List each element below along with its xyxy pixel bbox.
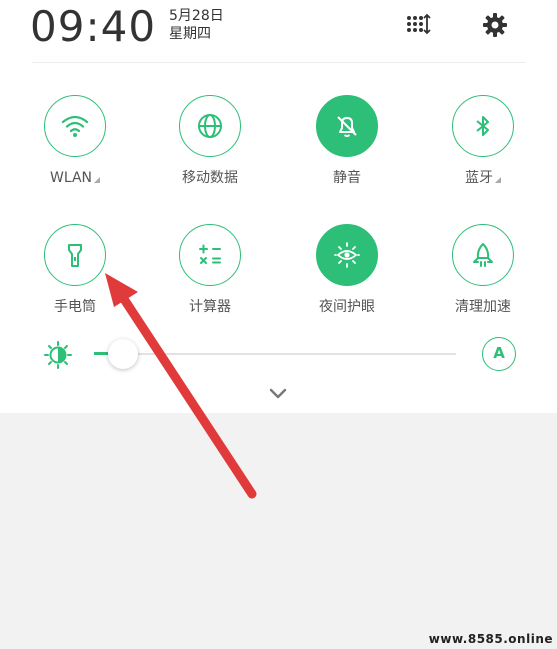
globe-icon <box>179 95 241 157</box>
brightness-slider-track[interactable] <box>94 353 456 355</box>
expand-corner-icon <box>94 177 100 183</box>
wifi-icon <box>44 95 106 157</box>
tile-label: 夜间护眼 <box>319 299 375 315</box>
eye-sun-icon <box>316 224 378 286</box>
calculator-icon <box>179 224 241 286</box>
auto-brightness-button[interactable]: A <box>482 337 516 371</box>
brightness-slider-thumb[interactable] <box>108 339 138 369</box>
clock: 09:40 <box>30 2 157 51</box>
tile-label: 静音 <box>333 170 361 186</box>
tile-label: WLAN <box>20 169 130 187</box>
gear-icon[interactable] <box>480 10 510 40</box>
tile-bluetooth[interactable]: 蓝牙 <box>428 95 538 187</box>
tile-label: 蓝牙 <box>428 169 538 187</box>
tile-label: 计算器 <box>189 299 231 315</box>
expand-corner-icon <box>495 177 501 183</box>
tile-silent[interactable]: 静音 <box>292 95 402 187</box>
rocket-icon <box>452 224 514 286</box>
tile-wlan[interactable]: WLAN <box>20 95 130 187</box>
grid-sort-icon[interactable] <box>404 10 434 40</box>
brightness-icon <box>43 340 73 370</box>
quick-settings-panel: 09:40 5月28日 星期四 WLAN 移动数据 静音 蓝牙 手电筒 计算器 … <box>0 0 557 413</box>
date-text: 5月28日 <box>169 8 224 24</box>
tile-mobile-data[interactable]: 移动数据 <box>155 95 265 187</box>
weekday-text: 星期四 <box>169 26 211 42</box>
bell-off-icon <box>316 95 378 157</box>
bluetooth-icon <box>452 95 514 157</box>
chevron-down-icon[interactable] <box>266 384 290 404</box>
brightness-slider-fill <box>94 352 108 355</box>
tile-label: 清理加速 <box>455 299 511 315</box>
flashlight-icon <box>44 224 106 286</box>
tile-label: 手电筒 <box>54 299 96 315</box>
tile-label: 移动数据 <box>182 170 238 186</box>
tile-cleanup[interactable]: 清理加速 <box>428 224 538 316</box>
header-divider <box>32 62 526 63</box>
tile-night-mode[interactable]: 夜间护眼 <box>292 224 402 316</box>
tile-calculator[interactable]: 计算器 <box>155 224 265 316</box>
watermark: www.8585.online <box>428 632 553 646</box>
date-block: 5月28日 星期四 <box>169 7 224 43</box>
tile-flashlight[interactable]: 手电筒 <box>20 224 130 316</box>
